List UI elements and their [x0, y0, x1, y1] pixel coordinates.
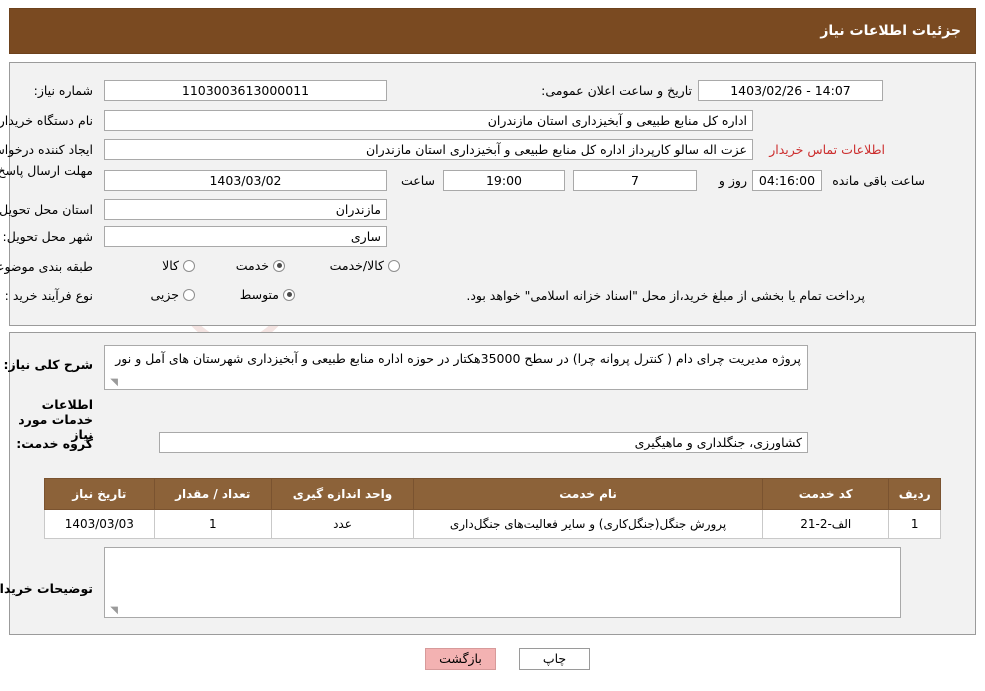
th-name: نام خدمت — [413, 478, 764, 510]
table-header-row: ردیف کد خدمت نام خدمت واحد اندازه گیری ت… — [44, 478, 941, 510]
back-button[interactable]: بازگشت — [425, 648, 496, 670]
city-label: شهر محل تحویل: — [2, 229, 93, 244]
th-qty: تعداد / مقدار — [153, 478, 272, 510]
resize-grip-icon-notes[interactable]: ◥ — [108, 606, 118, 616]
summary-value: پروژه مدیریت چرای دام ( کنترل پروانه چرا… — [115, 351, 801, 366]
remaining-time-value: 04:16:00 — [752, 170, 822, 191]
remaining-time-label: ساعت باقی مانده — [832, 173, 925, 188]
need-number-value: 1103003613000011 — [104, 80, 387, 101]
purchase-type-label: نوع فرآیند خرید : — [4, 288, 93, 303]
deadline-time-value: 19:00 — [443, 170, 565, 191]
requester-label: ایجاد کننده درخواست: — [0, 142, 93, 157]
category-option-kala-label: کالا — [162, 258, 179, 273]
service-group-value: کشاورزی، جنگلداری و ماهیگیری — [159, 432, 808, 453]
header-bar: جزئیات اطلاعات نیاز — [9, 8, 976, 54]
purchase-type-option-motavasset-label: متوسط — [239, 287, 279, 302]
buyer-notes-label: توضیحات خریدار; — [0, 581, 93, 596]
need-number-label: شماره نیاز: — [33, 83, 93, 98]
category-option-khedmat-label: خدمت — [235, 258, 269, 273]
service-group-label: گروه خدمت: — [16, 436, 93, 451]
buyer-org-value: اداره کل منابع طبیعی و آبخیزداری استان م… — [104, 110, 753, 131]
cell-qty: 1 — [153, 509, 272, 539]
city-value: ساری — [104, 226, 387, 247]
services-table: ردیف کد خدمت نام خدمت واحد اندازه گیری ت… — [44, 478, 941, 539]
resize-grip-icon[interactable]: ◥ — [108, 378, 118, 388]
category-option-kala[interactable]: کالا — [162, 258, 195, 273]
buyer-notes-box[interactable]: ◥ — [104, 547, 901, 618]
deadline-date-value: 1403/03/02 — [104, 170, 387, 191]
purchase-type-option-jozei[interactable]: جزیی — [150, 287, 195, 302]
category-option-khedmat[interactable]: خدمت — [236, 258, 285, 273]
requester-value: عزت اله سالو کارپرداز اداره کل منابع طبی… — [104, 139, 753, 160]
remaining-days-value: 7 — [573, 170, 697, 191]
cell-unit: عدد — [270, 509, 415, 539]
radio-kala-icon[interactable] — [183, 259, 195, 272]
purchase-type-option-motavasset[interactable]: متوسط — [240, 287, 295, 302]
print-button[interactable]: چاپ — [519, 648, 590, 670]
cell-need-date: 1403/03/03 — [44, 509, 155, 539]
announce-datetime-label: تاریخ و ساعت اعلان عمومی: — [541, 83, 692, 98]
cell-radif: 1 — [888, 509, 941, 539]
cell-name: پرورش جنگل(جنگل‌کاری) و سایر فعالیت‌های … — [413, 509, 764, 539]
announce-datetime-value: 14:07 - 1403/02/26 — [698, 80, 883, 101]
radio-motavasset-icon[interactable] — [283, 288, 295, 301]
deadline-label: مهلت ارسال پاسخ: تا تاریخ: — [0, 163, 93, 178]
cell-code: الف-2-21 — [762, 509, 890, 539]
radio-kala-khedmat-icon[interactable] — [388, 259, 400, 272]
radio-khedmat-icon[interactable] — [273, 259, 285, 272]
table-row: 1 الف-2-21 پرورش جنگل(جنگل‌کاری) و سایر … — [44, 509, 941, 539]
radio-jozei-icon[interactable] — [183, 288, 195, 301]
category-option-kala-khedmat-label: کالا/خدمت — [329, 258, 384, 273]
category-label: طبقه بندی موضوعی: — [0, 259, 93, 274]
payment-note: پرداخت تمام یا بخشی از مبلغ خرید،از محل … — [466, 288, 865, 303]
province-label: استان محل تحویل: — [0, 202, 93, 217]
th-need-date: تاریخ نیاز — [44, 478, 155, 510]
page-title: جزئیات اطلاعات نیاز — [820, 23, 961, 39]
category-option-kala-khedmat[interactable]: کالا/خدمت — [330, 258, 400, 273]
hour-label: ساعت — [400, 173, 435, 188]
th-unit: واحد اندازه گیری — [270, 478, 415, 510]
page-root: جزئیات اطلاعات نیاز iranTender.net شماره… — [0, 0, 985, 691]
th-radif: ردیف — [888, 478, 941, 510]
buyer-contact-link[interactable]: اطلاعات تماس خریدار — [769, 142, 885, 157]
remaining-days-label: روز و — [718, 173, 747, 188]
purchase-type-option-jozei-label: جزیی — [150, 287, 179, 302]
summary-label: شرح کلی نیاز: — [3, 357, 93, 372]
summary-value-box: پروژه مدیریت چرای دام ( کنترل پروانه چرا… — [104, 345, 808, 390]
th-code: کد خدمت — [762, 478, 890, 510]
province-value: مازندران — [104, 199, 387, 220]
buyer-org-label: نام دستگاه خریدار: — [0, 113, 93, 128]
